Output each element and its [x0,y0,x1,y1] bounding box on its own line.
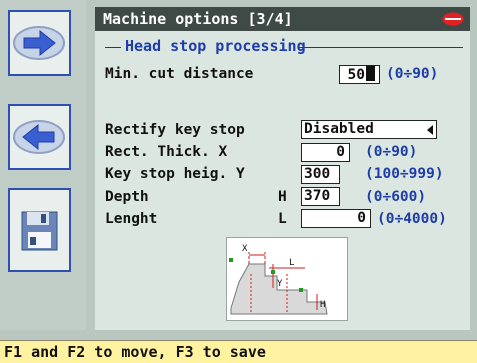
text-cursor [366,66,375,81]
min-cut-range: (0÷90) [386,66,439,82]
lenght-axis: L [278,211,287,227]
options-panel: Head stop processing Min. cut distance 5… [95,31,470,330]
lenght-label: Lenght [105,211,158,227]
rectify-label: Rectify key stop [105,122,245,138]
previous-page-button[interactable] [8,104,71,170]
group-title: Head stop processing [125,37,306,55]
key-stop-diagram: X L Y H [226,237,348,321]
min-cut-label: Min. cut distance [105,66,254,82]
group-border-right [298,47,463,48]
arrow-right-icon [13,26,65,60]
depth-label: Depth [105,189,149,205]
rect-thick-label: Rect. Thick. X [105,144,228,160]
min-cut-value: 50 [347,67,365,83]
diagram-label-l: L [289,258,294,268]
rectify-value: Disabled [304,121,374,137]
key-stop-height-input[interactable]: 300 [301,165,340,184]
depth-value: 370 [304,188,331,204]
rect-thick-range: (0÷90) [365,144,418,160]
arrow-left-icon [13,120,65,154]
next-page-button[interactable] [8,10,71,76]
diagram-label-y: Y [277,279,283,289]
diagram-drawing: X L Y H [229,244,328,315]
rectify-select[interactable]: Disabled [301,120,437,139]
sidebar [0,0,86,330]
select-arrow-icon [427,125,433,135]
depth-range: (0÷600) [365,189,427,205]
depth-axis: H [278,189,287,205]
depth-input[interactable]: 370 [301,187,340,206]
status-bar: F1 and F2 to move, F3 to save [0,340,477,363]
key-stop-height-value: 300 [304,166,331,182]
status-text: F1 and F2 to move, F3 to save [4,343,266,361]
key-stop-height-label: Key stop heig. Y [105,166,245,182]
window-title: Machine options [3/4] [103,10,293,28]
diagram-label-x: X [242,244,248,254]
title-bar: Machine options [3/4] [95,7,470,31]
rect-thick-value: 0 [336,144,345,160]
silca-logo-icon [442,12,464,26]
save-button[interactable] [8,188,71,272]
group-border-left [105,47,121,48]
rect-thick-input[interactable]: 0 [301,143,350,162]
floppy-save-icon [21,211,58,251]
min-cut-input[interactable]: 50 [339,65,380,84]
key-stop-height-range: (100÷999) [365,166,444,182]
diagram-label-h: H [320,300,325,310]
lenght-value: 0 [357,210,366,226]
lenght-input[interactable]: 0 [301,209,371,228]
lenght-range: (0÷4000) [377,211,447,227]
